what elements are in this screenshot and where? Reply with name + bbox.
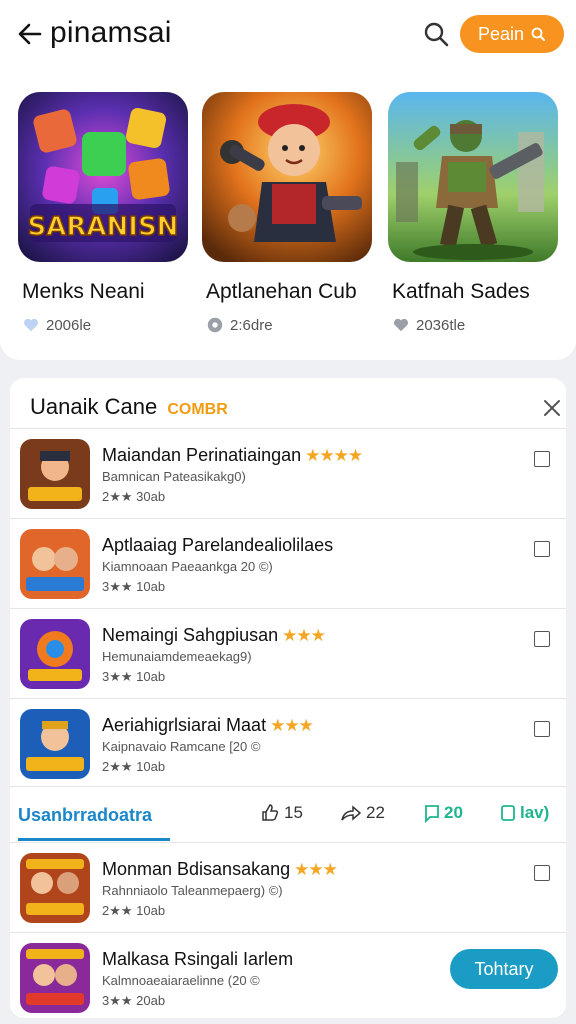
- list-item-meta: 2★★ 10ab: [102, 903, 166, 918]
- select-checkbox[interactable]: [534, 721, 550, 737]
- back-arrow-icon[interactable]: [14, 18, 46, 50]
- select-checkbox[interactable]: [534, 631, 550, 647]
- header-pill-label: Peain: [477, 23, 525, 44]
- featured-app-art-3[interactable]: [388, 92, 558, 262]
- heart-icon: [23, 318, 39, 332]
- app-icon: [20, 853, 90, 923]
- featured-meta-1: 2006le: [22, 316, 91, 334]
- action-bar: Usanbrradoatra 15 22 20 lav): [10, 786, 566, 842]
- featured-meta-text: 2:6dre: [230, 316, 273, 334]
- list-item-subtitle: Kiamnoaan Paeaankga 20 ©): [102, 559, 273, 574]
- list-item[interactable]: Malkasa Rsingali Iarlem Kalmnoaeaiaraeli…: [10, 932, 566, 1022]
- search-icon: [531, 27, 546, 41]
- featured-card: pinamsai Peain SARANISN Menks Neani Aptl…: [0, 0, 576, 360]
- featured-app-art-1[interactable]: SARANISN: [18, 92, 188, 262]
- list-item-title: Maiandan Perinatiaingan ★★★★: [102, 445, 363, 465]
- chat-bubble-icon: [207, 317, 223, 333]
- header-pill-button[interactable]: Peain: [460, 15, 564, 53]
- list-tag: COMBR: [167, 401, 228, 418]
- game-art-image: [202, 92, 372, 262]
- search-icon[interactable]: [420, 18, 452, 50]
- rating-stars: ★★★: [270, 716, 314, 735]
- list-header: Uanaik Cane COMBR: [20, 378, 566, 434]
- share-count: 22: [366, 803, 385, 822]
- select-checkbox[interactable]: [534, 451, 550, 467]
- list-title-text: Uanaik Cane: [30, 394, 158, 419]
- featured-meta-text: 2006le: [46, 316, 92, 334]
- bookmark-icon: [501, 805, 515, 821]
- rating-stars: ★★★★: [305, 446, 363, 465]
- featured-meta-3: 2036tle: [392, 316, 465, 334]
- list-item[interactable]: Maiandan Perinatiaingan ★★★★ Bamnican Pat…: [10, 428, 566, 518]
- select-checkbox[interactable]: [534, 541, 550, 557]
- app-header: pinamsai Peain: [0, 0, 576, 68]
- comment-button[interactable]: 20: [424, 803, 463, 823]
- list-item-meta: 3★★ 10ab: [102, 669, 166, 684]
- select-checkbox[interactable]: [534, 865, 550, 881]
- close-icon[interactable]: [540, 396, 564, 420]
- list-item[interactable]: Aptlaaiag Parelandealiolilaes Kiamnoaan …: [10, 518, 566, 608]
- list-item-subtitle: Kaipnavaio Ramcane [20 ©: [102, 739, 261, 754]
- featured-meta-text: 2036tle: [416, 316, 466, 334]
- app-icon: [20, 943, 90, 1013]
- app-icon: [20, 619, 90, 689]
- list-item-title: Monman Bdisansakang ★★★: [102, 859, 338, 879]
- app-icon: [20, 529, 90, 599]
- list-item[interactable]: Monman Bdisansakang ★★★ Rahnniaolo Talean…: [10, 842, 566, 932]
- list-item-subtitle: Hemunaiamdemeaekag9): [102, 649, 252, 664]
- list-item-meta: 2★★ 10ab: [102, 759, 166, 774]
- list-item-title: Aptlaaiag Parelandealiolilaes: [102, 535, 334, 555]
- comment-icon: [425, 805, 439, 823]
- rating-stars: ★★★: [294, 860, 338, 879]
- game-list-card: Uanaik Cane COMBR Maiandan Perinatiainga…: [10, 378, 566, 1018]
- list-item-title: Aeriahigrlsiarai Maat ★★★: [102, 715, 314, 735]
- thumbs-up-icon: [262, 804, 279, 821]
- comment-count: 20: [444, 803, 463, 822]
- featured-title-2[interactable]: Aptlanehan Cub: [206, 280, 357, 304]
- svg-text:SARANISN: SARANISN: [28, 212, 179, 242]
- list-item-meta: 2★★ 30ab: [102, 489, 166, 504]
- list-item-subtitle: Bamnican Pateasikakg0): [102, 469, 246, 484]
- list-item-title: Malkasa Rsingali Iarlem: [102, 949, 294, 969]
- featured-app-art-2[interactable]: [202, 92, 372, 262]
- list-item-meta: 3★★ 10ab: [102, 579, 166, 594]
- list-title: Uanaik Cane COMBR: [30, 394, 228, 420]
- like-button[interactable]: 15: [260, 803, 303, 823]
- list-item-meta: 3★★ 20ab: [102, 993, 166, 1008]
- list-item-title: Nemaingi Sahgpiusan ★★★: [102, 625, 326, 645]
- list-item-subtitle: Rahnniaolo Taleanmepaerg) ©): [102, 883, 283, 898]
- extra-button[interactable]: lav): [500, 803, 549, 823]
- tab-active[interactable]: Usanbrradoatra: [18, 805, 152, 826]
- app-icon: [20, 709, 90, 779]
- rating-stars: ★★★: [282, 626, 326, 645]
- share-button[interactable]: 22: [340, 803, 385, 823]
- tab-underline: [18, 838, 170, 841]
- featured-meta-2: 2:6dre: [206, 316, 273, 334]
- app-icon: [20, 439, 90, 509]
- heart-icon: [393, 318, 409, 332]
- like-count: 15: [284, 803, 303, 822]
- list-item[interactable]: Aeriahigrlsiarai Maat ★★★ Kaipnavaio Ramc…: [10, 698, 566, 788]
- tray-button[interactable]: Tohtary: [450, 949, 558, 989]
- game-art-image: SARANISN: [18, 92, 188, 262]
- list-item-subtitle: Kalmnoaeaiaraelinne (20 ©: [102, 973, 260, 988]
- extra-label: lav): [520, 803, 550, 822]
- list-item[interactable]: Nemaingi Sahgpiusan ★★★ Hemunaiamdemeaeka…: [10, 608, 566, 698]
- share-icon: [341, 805, 362, 821]
- game-art-image: [388, 92, 558, 262]
- featured-title-3[interactable]: Katfnah Sades: [392, 280, 530, 304]
- page-title: pinamsai: [50, 16, 172, 49]
- featured-title-1[interactable]: Menks Neani: [22, 280, 145, 304]
